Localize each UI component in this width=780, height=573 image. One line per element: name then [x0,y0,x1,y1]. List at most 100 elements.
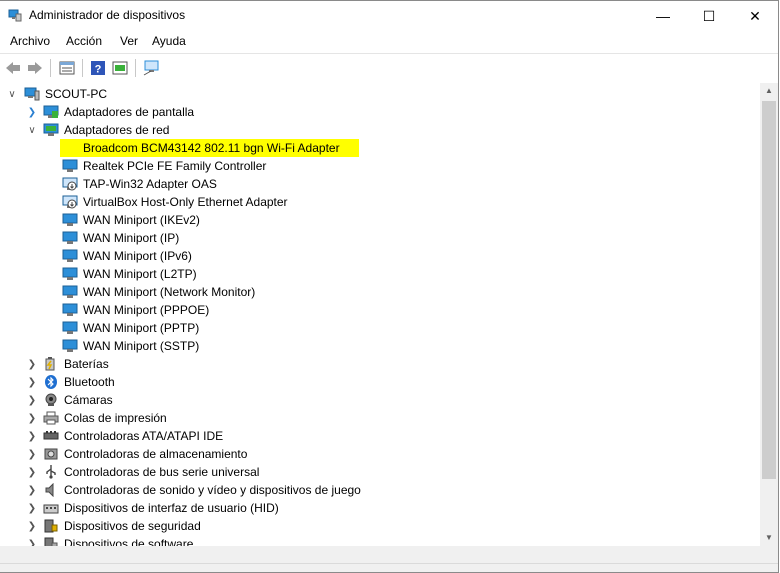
tree-device-row[interactable]: VirtualBox Host-Only Ethernet Adapter [0,193,740,211]
maximize-icon: ☐ [702,7,716,24]
chevron-right-icon[interactable]: ❯ [26,517,38,535]
svg-text:?: ? [95,64,102,76]
title-bar[interactable]: Administrador de dispositivos — ☐ ✕ [0,1,778,31]
chevron-right-icon[interactable]: ❯ [26,391,38,409]
vertical-scrollbar[interactable]: ▲ ▼ [760,83,778,546]
tree-device-row[interactable]: WAN Miniport (L2TP) [0,265,740,283]
chevron-right-icon[interactable]: ❯ [26,373,38,391]
battery-icon [45,357,55,371]
chevron-right-icon[interactable]: ❯ [26,103,38,121]
scrollbar-corner [760,546,778,563]
tree-category-row[interactable]: ❯ Baterías [0,355,740,373]
toolbar: ? [0,53,778,84]
tree-category-row[interactable]: ❯ Dispositivos de software [0,535,740,546]
tree-device-row[interactable]: WAN Miniport (IPv6) [0,247,740,265]
minimize-button[interactable]: — [640,1,686,31]
scan-icon [143,60,159,76]
display-adapter-icon [43,105,59,118]
tree-device-row[interactable]: WAN Miniport (PPTP) [0,319,740,337]
back-button[interactable] [4,59,22,77]
tree-category-row[interactable]: ❯ Dispositivos de seguridad [0,517,740,535]
selected-device-label: Broadcom BCM43142 802.11 bgn Wi-Fi Adapt… [60,139,359,157]
menu-ayuda[interactable]: Ayuda [152,34,186,48]
help-button[interactable]: ? [89,59,107,77]
network-device-icon [62,159,78,172]
network-device-icon [62,231,78,244]
help-icon: ? [91,61,105,76]
usb-icon [46,465,56,479]
network-device-icon [62,303,78,316]
scan-hardware-button[interactable] [143,59,161,77]
tree-device-row[interactable]: Broadcom BCM43142 802.11 bgn Wi-Fi Adapt… [0,139,740,157]
tree-category-row[interactable]: ❯ Colas de impresión [0,409,740,427]
network-device-icon [62,285,78,298]
tree-category-row[interactable]: ❯ Controladoras de almacenamiento [0,445,740,463]
menu-accion[interactable]: Acción [66,34,102,48]
chevron-right-icon[interactable]: ❯ [26,499,38,517]
tree-category-label: Controladoras de sonido y vídeo y dispos… [64,483,361,497]
device-tree[interactable]: ∨ SCOUT-PC ❯ Adaptadores de pantalla ∨ A… [0,83,760,546]
network-device-icon [62,213,78,226]
device-label: WAN Miniport (IKEv2) [83,213,200,227]
update-driver-button[interactable] [111,59,129,77]
update-icon [112,61,128,75]
chevron-right-icon[interactable]: ❯ [26,355,38,373]
tree-device-row[interactable]: TAP-Win32 Adapter OAS [0,175,740,193]
tree-category-label: Dispositivos de software [64,537,194,546]
tree-category-row[interactable]: ❯ Cámaras [0,391,740,409]
device-manager-window: Administrador de dispositivos — ☐ ✕ Arch… [0,0,779,573]
chevron-down-icon[interactable]: ∨ [6,85,18,103]
disabled-device-icon [62,177,78,191]
tree-device-row[interactable]: WAN Miniport (Network Monitor) [0,283,740,301]
tree-device-row[interactable]: WAN Miniport (IP) [0,229,740,247]
chevron-right-icon[interactable]: ❯ [26,463,38,481]
back-icon [6,62,20,74]
tree-category-label: Controladoras de bus serie universal [64,465,260,479]
vertical-scroll-thumb[interactable] [762,101,776,479]
tree-category-row[interactable]: ❯ Bluetooth [0,373,740,391]
tree-root[interactable]: ∨ SCOUT-PC [0,85,740,103]
tree-category-label: Controladoras ATA/ATAPI IDE [64,429,224,443]
network-device-icon [62,249,78,262]
device-label: VirtualBox Host-Only Ethernet Adapter [83,195,288,209]
device-label: WAN Miniport (PPTP) [83,321,200,335]
properties-button[interactable] [58,59,76,77]
close-button[interactable]: ✕ [732,1,778,31]
tree-category-row[interactable]: ❯ Dispositivos de interfaz de usuario (H… [0,499,740,517]
network-device-icon [62,267,78,280]
chevron-right-icon[interactable]: ❯ [26,481,38,499]
device-label: WAN Miniport (SSTP) [83,339,200,353]
tree-category-row[interactable]: ❯ Controladoras de bus serie universal [0,463,740,481]
tree-category-row[interactable]: ❯ Controladoras ATA/ATAPI IDE [0,427,740,445]
tree-category-row[interactable]: ∨ Adaptadores de red [0,121,740,139]
scroll-up-icon[interactable]: ▲ [765,86,773,95]
device-label: WAN Miniport (IP) [83,231,180,245]
chevron-down-icon[interactable]: ∨ [26,121,38,139]
maximize-button[interactable]: ☐ [686,1,732,31]
chevron-right-icon[interactable]: ❯ [26,427,38,445]
tree-device-row[interactable]: WAN Miniport (PPPOE) [0,301,740,319]
device-label: WAN Miniport (IPv6) [83,249,192,263]
menu-ver[interactable]: Ver [120,34,138,48]
camera-icon [45,393,57,406]
horizontal-scrollbar[interactable] [0,546,760,563]
network-device-icon [62,321,78,334]
tree-category-row[interactable]: ❯ Adaptadores de pantalla [0,103,740,121]
forward-button[interactable] [26,59,44,77]
menu-archivo[interactable]: Archivo [10,34,50,48]
device-label: WAN Miniport (PPPOE) [83,303,210,317]
tree-device-row[interactable]: WAN Miniport (IKEv2) [0,211,740,229]
tree-category-label: Adaptadores de red [64,123,170,137]
chevron-right-icon[interactable]: ❯ [26,535,38,547]
menu-bar: Archivo Acción Ver Ayuda [0,31,778,53]
scroll-down-icon[interactable]: ▼ [765,533,773,542]
tree-category-label: Cámaras [64,393,113,407]
tree-category-label: Baterías [64,357,109,371]
tree-device-row[interactable]: Realtek PCIe FE Family Controller [0,157,740,175]
properties-icon [59,61,75,75]
tree-device-row[interactable]: WAN Miniport (SSTP) [0,337,740,355]
chevron-right-icon[interactable]: ❯ [26,445,38,463]
chevron-right-icon[interactable]: ❯ [26,409,38,427]
tree-category-row[interactable]: ❯ Controladoras de sonido y vídeo y disp… [0,481,740,499]
speaker-icon [45,483,54,497]
